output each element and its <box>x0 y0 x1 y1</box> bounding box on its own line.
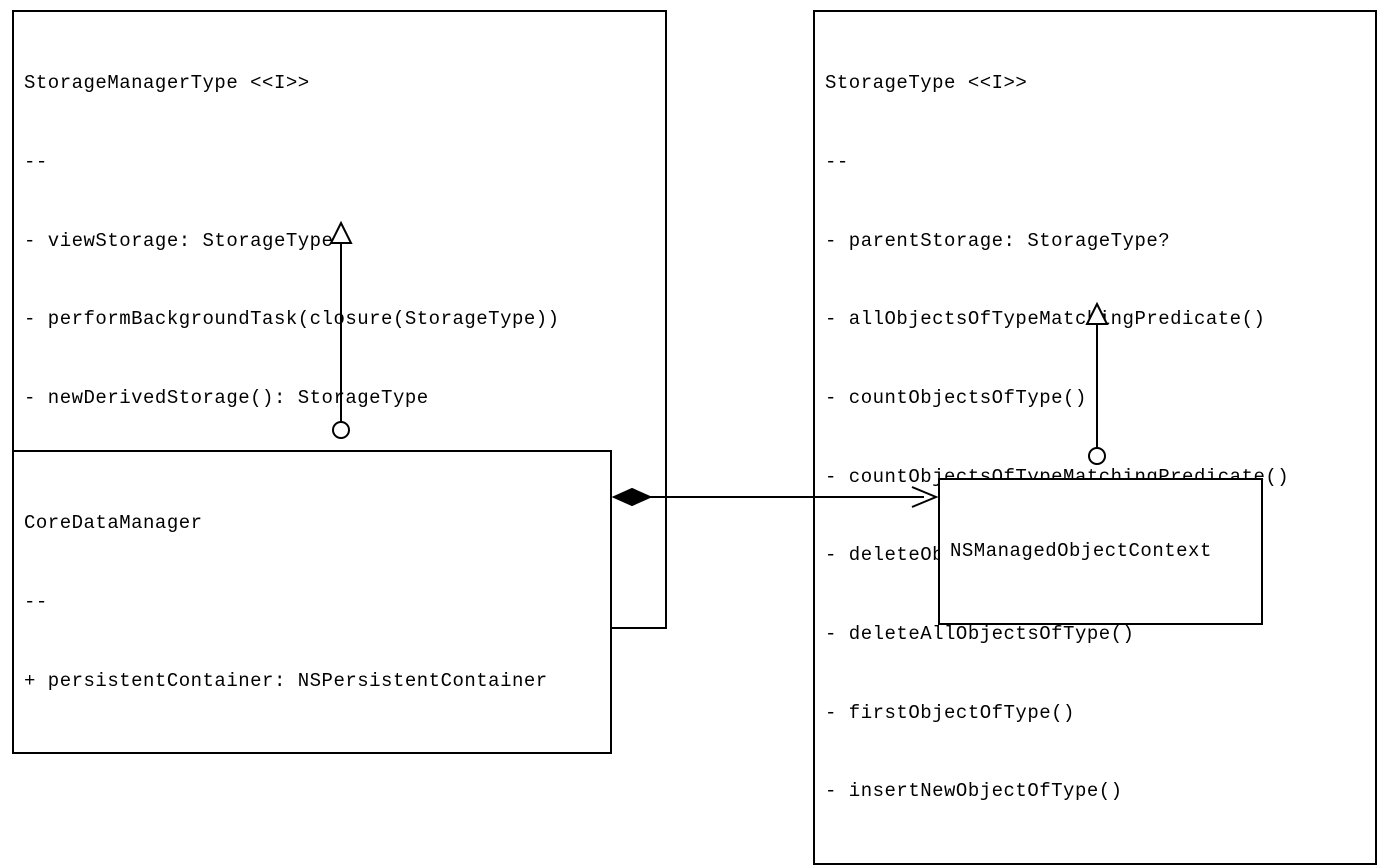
class-title: StorageManagerType <<I>> <box>24 70 655 96</box>
class-member: - performBackgroundTask(closure(StorageT… <box>24 306 655 332</box>
class-member: - parentStorage: StorageType? <box>825 228 1365 254</box>
class-member: - countObjectsOfType() <box>825 385 1365 411</box>
class-title: NSManagedObjectContext <box>950 538 1251 564</box>
class-title: StorageType <<I>> <box>825 70 1365 96</box>
class-member: - firstObjectOfType() <box>825 700 1365 726</box>
class-member: - insertNewObjectOfType() <box>825 778 1365 804</box>
class-member: + persistentContainer: NSPersistentConta… <box>24 668 600 694</box>
class-separator: -- <box>24 149 655 175</box>
class-box-storage-type: StorageType <<I>> -- - parentStorage: St… <box>813 10 1377 865</box>
class-member: - allObjectsOfTypeMatchingPredicate() <box>825 306 1365 332</box>
class-box-nsmanagedobjectcontext: NSManagedObjectContext <box>938 478 1263 625</box>
class-box-core-data-manager: CoreDataManager -- + persistentContainer… <box>12 450 612 754</box>
class-separator: -- <box>825 149 1365 175</box>
class-member: - viewStorage: StorageType <box>24 228 655 254</box>
class-member: - newDerivedStorage(): StorageType <box>24 385 655 411</box>
class-title: CoreDataManager <box>24 510 600 536</box>
uml-diagram-canvas: StorageManagerType <<I>> -- - viewStorag… <box>0 0 1388 548</box>
class-separator: -- <box>24 589 600 615</box>
